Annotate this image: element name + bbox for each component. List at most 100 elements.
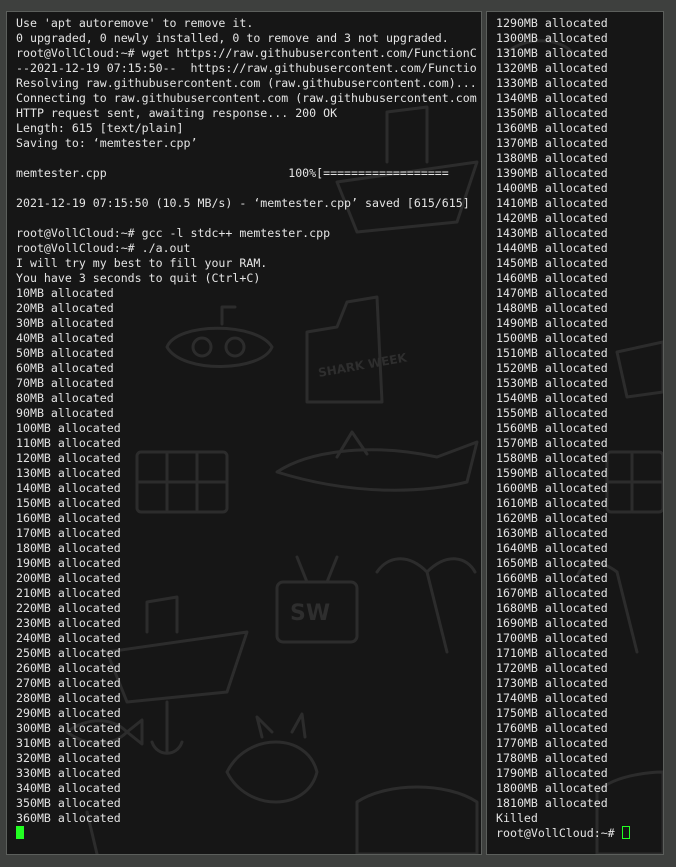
- terminal-right-line: 1290MB allocated: [496, 16, 608, 30]
- terminal-left-line: 150MB allocated: [16, 496, 121, 510]
- terminal-right-line: 1340MB allocated: [496, 91, 608, 105]
- shell-prompt: root@VollCloud:~#: [496, 826, 622, 840]
- terminal-left-line: 230MB allocated: [16, 616, 121, 630]
- terminal-right-line: 1450MB allocated: [496, 256, 608, 270]
- terminal-right-line: 1380MB allocated: [496, 151, 608, 165]
- terminal-left-line: 160MB allocated: [16, 511, 121, 525]
- terminal-left-line: 20MB allocated: [16, 301, 114, 315]
- terminal-right-line: 1500MB allocated: [496, 331, 608, 345]
- terminal-left-line: Connecting to raw.githubusercontent.com …: [16, 91, 477, 105]
- terminal-left-line: 270MB allocated: [16, 676, 121, 690]
- terminal-left-line: root@VollCloud:~# gcc -l stdc++ memteste…: [16, 226, 331, 240]
- terminal-right-line: 1310MB allocated: [496, 46, 608, 60]
- terminal-right-line: 1390MB allocated: [496, 166, 608, 180]
- terminal-right-line: 1420MB allocated: [496, 211, 608, 225]
- terminal-left-line: [16, 211, 481, 226]
- terminal-right-line: 1470MB allocated: [496, 286, 608, 300]
- terminal-right-line: 1370MB allocated: [496, 136, 608, 150]
- terminal-left-line: 300MB allocated: [16, 721, 121, 735]
- terminal-right-line: 1760MB allocated: [496, 721, 608, 735]
- terminal-right-line: 1430MB allocated: [496, 226, 608, 240]
- terminal-left-line: 190MB allocated: [16, 556, 121, 570]
- terminal-right-line: 1790MB allocated: [496, 766, 608, 780]
- terminal-right-line: 1580MB allocated: [496, 451, 608, 465]
- terminal-right-line: 1780MB allocated: [496, 751, 608, 765]
- terminal-window-right[interactable]: 1290MB allocated 1300MB allocated 1310MB a…: [486, 11, 664, 855]
- terminal-right-line: 1810MB allocated: [496, 796, 608, 810]
- terminal-right-line: 1690MB allocated: [496, 616, 608, 630]
- terminal-right-line: 1510MB allocated: [496, 346, 608, 360]
- terminal-right-line: 1770MB allocated: [496, 736, 608, 750]
- terminal-right-line: Killed: [496, 811, 538, 825]
- terminal-left-line: Use 'apt autoremove' to remove it.: [16, 16, 254, 30]
- terminal-left-line: --2021-12-19 07:15:50-- https://raw.gith…: [16, 61, 477, 75]
- terminal-left-line: 260MB allocated: [16, 661, 121, 675]
- terminal-right-line: 1650MB allocated: [496, 556, 608, 570]
- terminal-right-line: 1600MB allocated: [496, 481, 608, 495]
- terminal-right-line: 1710MB allocated: [496, 646, 608, 660]
- terminal-right-line: 1320MB allocated: [496, 61, 608, 75]
- terminal-left-line: 200MB allocated: [16, 571, 121, 585]
- terminal-right-line: 1520MB allocated: [496, 361, 608, 375]
- terminal-left-line: 180MB allocated: [16, 541, 121, 555]
- terminal-left-line: 100MB allocated: [16, 421, 121, 435]
- terminal-right-line: 1640MB allocated: [496, 541, 608, 555]
- terminal-right-line: 1680MB allocated: [496, 601, 608, 615]
- terminal-left-line: 40MB allocated: [16, 331, 114, 345]
- terminal-left-line: Resolving raw.githubusercontent.com (raw…: [16, 76, 477, 90]
- terminal-left-line: I will try my best to fill your RAM.: [16, 256, 268, 270]
- terminal-left-line: 60MB allocated: [16, 361, 114, 375]
- terminal-right-line: 1630MB allocated: [496, 526, 608, 540]
- terminal-right-line: 1330MB allocated: [496, 76, 608, 90]
- terminal-left-line: 140MB allocated: [16, 481, 121, 495]
- terminal-left-line: Saving to: ‘memtester.cpp’: [16, 136, 198, 150]
- terminal-right-line: 1490MB allocated: [496, 316, 608, 330]
- terminal-left-line: 50MB allocated: [16, 346, 114, 360]
- terminal-left-line: HTTP request sent, awaiting response... …: [16, 106, 338, 120]
- terminal-right-line: 1300MB allocated: [496, 31, 608, 45]
- terminal-left-line: 250MB allocated: [16, 646, 121, 660]
- terminal-right-line: 1660MB allocated: [496, 571, 608, 585]
- terminal-right-line: 1540MB allocated: [496, 391, 608, 405]
- terminal-left-line: 130MB allocated: [16, 466, 121, 480]
- terminal-left-line: 320MB allocated: [16, 751, 121, 765]
- terminal-left-line: 0 upgraded, 0 newly installed, 0 to remo…: [16, 31, 449, 45]
- terminal-left-line: 330MB allocated: [16, 766, 121, 780]
- terminal-left-line: memtester.cpp 100%[==================: [16, 166, 449, 180]
- terminal-left-line: 310MB allocated: [16, 736, 121, 750]
- terminal-left-line: 70MB allocated: [16, 376, 114, 390]
- terminal-right-line: 1620MB allocated: [496, 511, 608, 525]
- terminal-left-line: 110MB allocated: [16, 436, 121, 450]
- terminal-right-line: 1350MB allocated: [496, 106, 608, 120]
- terminal-output-right: 1290MB allocated 1300MB allocated 1310MB a…: [496, 16, 663, 841]
- terminal-right-line: 1720MB allocated: [496, 661, 608, 675]
- terminal-right-line: 1460MB allocated: [496, 271, 608, 285]
- terminal-left-line: 220MB allocated: [16, 601, 121, 615]
- terminal-left-line: 90MB allocated: [16, 406, 114, 420]
- terminal-right-prompt-line: root@VollCloud:~#: [496, 826, 663, 841]
- terminal-right-line: 1360MB allocated: [496, 121, 608, 135]
- terminal-right-line: 1750MB allocated: [496, 706, 608, 720]
- terminal-right-line: 1570MB allocated: [496, 436, 608, 450]
- terminal-right-line: 1410MB allocated: [496, 196, 608, 210]
- terminal-right-line: 1560MB allocated: [496, 421, 608, 435]
- terminal-right-line: 1590MB allocated: [496, 466, 608, 480]
- terminal-left-line: 240MB allocated: [16, 631, 121, 645]
- terminal-left-line: You have 3 seconds to quit (Ctrl+C): [16, 271, 261, 285]
- terminal-left-line: 80MB allocated: [16, 391, 114, 405]
- terminal-left-line: 280MB allocated: [16, 691, 121, 705]
- terminal-left-line: 340MB allocated: [16, 781, 121, 795]
- cursor-block: [16, 826, 24, 839]
- terminal-right-line: 1670MB allocated: [496, 586, 608, 600]
- terminal-right-line: 1740MB allocated: [496, 691, 608, 705]
- terminal-window-left[interactable]: SHARK WEEK SW Use 'apt autoremove' to re…: [6, 11, 482, 855]
- cursor-hollow: [621, 826, 630, 839]
- terminal-left-line: 350MB allocated: [16, 796, 121, 810]
- terminal-output-left: Use 'apt autoremove' to remove it. 0 upgr…: [16, 16, 481, 841]
- terminal-left-line: 30MB allocated: [16, 316, 114, 330]
- terminal-right-line: 1440MB allocated: [496, 241, 608, 255]
- terminal-left-cursor-line: [16, 826, 481, 841]
- terminal-right-line: 1480MB allocated: [496, 301, 608, 315]
- terminal-right-line: 1610MB allocated: [496, 496, 608, 510]
- terminal-left-line: Length: 615 [text/plain]: [16, 121, 184, 135]
